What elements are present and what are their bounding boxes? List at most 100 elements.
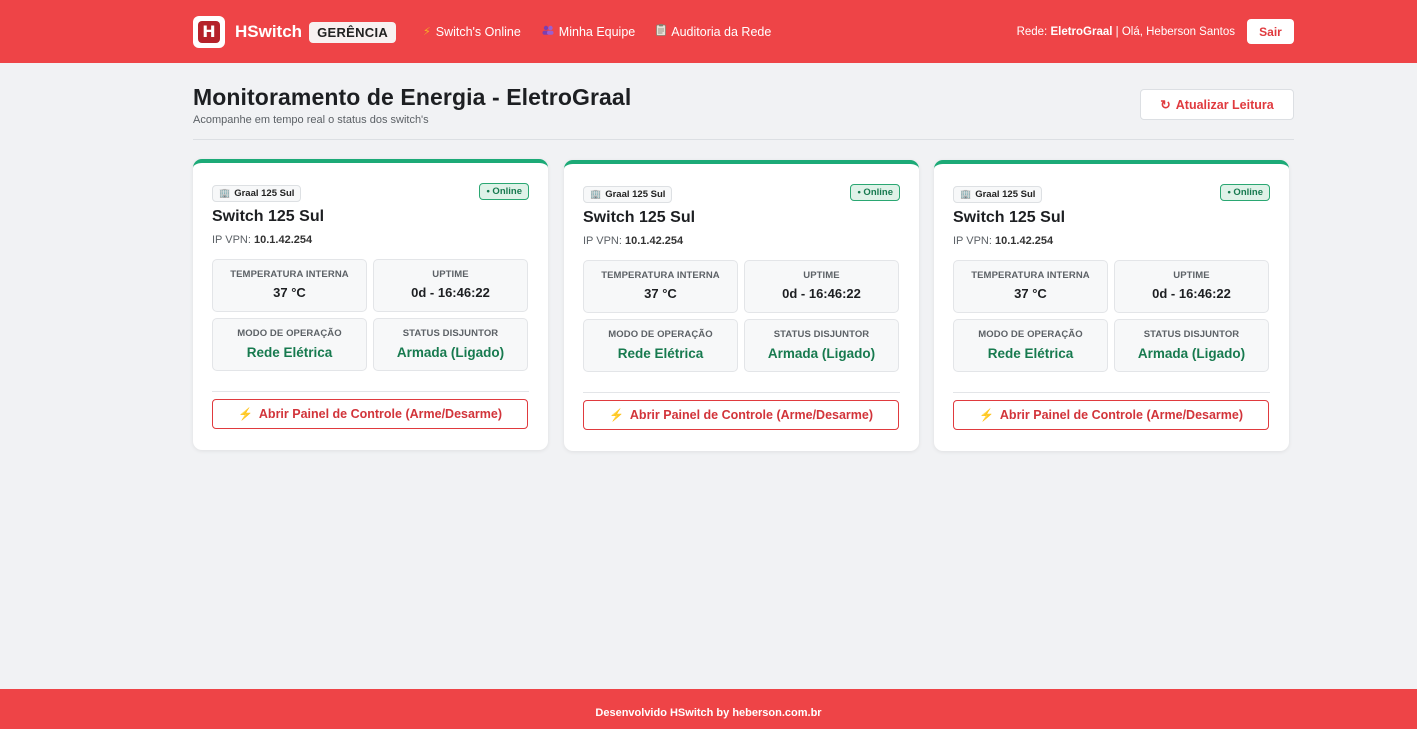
metric-uptime: UPTIME 0d - 16:46:22	[1114, 260, 1269, 313]
metric-value: Armada (Ligado)	[1137, 346, 1246, 361]
location-badge: 🏢 Graal 125 Sul	[212, 185, 302, 202]
refresh-icon: ↻	[1160, 98, 1171, 112]
metric-temperature: TEMPERATURA INTERNA 37 °C	[212, 259, 367, 312]
metric-operation-mode: MODO DE OPERAÇÃO Rede Elétrica	[953, 319, 1108, 372]
ip-label: IP VPN:	[212, 234, 251, 246]
footer-text: Desenvolvido HSwitch by heberson.com.br	[595, 707, 822, 719]
metric-label: UPTIME	[1173, 270, 1210, 281]
metric-operation-mode: MODO DE OPERAÇÃO Rede Elétrica	[212, 318, 367, 371]
nav-link-label: Minha Equipe	[558, 24, 636, 39]
metric-value: Rede Elétrica	[987, 346, 1074, 361]
refresh-label: Atualizar Leitura	[1175, 97, 1274, 112]
bolt-icon: ⚡	[608, 408, 624, 422]
clipboard-icon	[656, 24, 667, 39]
logout-button[interactable]: Sair	[1247, 19, 1294, 44]
metric-value: Armada (Ligado)	[767, 346, 876, 361]
nav-link-label: Auditoria da Rede	[671, 24, 772, 39]
user-greeting: | Olá, Heberson Santos	[1115, 25, 1235, 38]
location-badge: 🏢 Graal 125 Sul	[583, 186, 673, 203]
location-label: Graal 125 Sul	[605, 189, 666, 200]
status-badge: • Online	[1220, 184, 1270, 201]
metric-value: Rede Elétrica	[617, 346, 704, 361]
metric-label: STATUS DISJUNTOR	[773, 329, 870, 340]
panel-button-label: Abrir Painel de Controle (Arme/Desarme)	[258, 407, 503, 421]
network-prefix: Rede:	[1016, 25, 1048, 38]
metric-label: TEMPERATURA INTERNA	[230, 269, 349, 280]
bolt-icon: ⚡	[978, 408, 994, 422]
metric-value: Armada (Ligado)	[396, 345, 505, 360]
metric-label: UPTIME	[432, 269, 469, 280]
nav-links: ⚡ Switch's Online Minha Equipe Auditoria…	[423, 24, 771, 39]
ip-value: 10.1.42.254	[625, 235, 684, 247]
metric-breaker-status: STATUS DISJUNTOR Armada (Ligado)	[744, 319, 899, 372]
ip-label: IP VPN:	[583, 235, 622, 247]
status-badge: • Online	[479, 183, 529, 200]
switch-card: 🏢 Graal 125 Sul • Online Switch 125 Sul …	[564, 160, 919, 451]
metric-label: TEMPERATURA INTERNA	[971, 270, 1090, 281]
bolt-icon: ⚡	[237, 407, 253, 421]
metric-label: UPTIME	[803, 270, 840, 281]
page-title: Monitoramento de Energia - EletroGraal	[193, 84, 632, 110]
metric-label: STATUS DISJUNTOR	[402, 328, 499, 339]
switch-name: Switch 125 Sul	[953, 209, 1066, 226]
card-divider	[212, 391, 529, 392]
metric-breaker-status: STATUS DISJUNTOR Armada (Ligado)	[1114, 319, 1269, 372]
metric-value: 37 °C	[644, 286, 677, 301]
metrics-grid: TEMPERATURA INTERNA 37 °C UPTIME 0d - 16…	[953, 260, 1270, 372]
brand-name: HSwitch	[235, 22, 303, 41]
location-label: Graal 125 Sul	[975, 189, 1036, 200]
top-navbar: H HSwitch GERÊNCIA ⚡ Switch's Online Min…	[0, 0, 1417, 63]
brand[interactable]: H HSwitch GERÊNCIA	[193, 16, 397, 48]
nav-link-minha-equipe[interactable]: Minha Equipe	[542, 24, 635, 39]
building-icon: 🏢	[590, 189, 602, 199]
ip-line: IP VPN: 10.1.42.254	[583, 235, 900, 247]
ip-value: 10.1.42.254	[995, 235, 1054, 247]
card-divider	[953, 392, 1270, 393]
refresh-button[interactable]: ↻ Atualizar Leitura	[1140, 89, 1294, 120]
metric-value: 0d - 16:46:22	[782, 286, 861, 301]
ip-label: IP VPN:	[953, 235, 992, 247]
user-area: Rede: EletroGraal | Olá, Heberson Santos…	[1017, 19, 1294, 44]
panel-button-label: Abrir Painel de Controle (Arme/Desarme)	[999, 408, 1244, 422]
location-badge: 🏢 Graal 125 Sul	[953, 186, 1043, 203]
metric-temperature: TEMPERATURA INTERNA 37 °C	[583, 260, 738, 313]
logo-mark: H	[198, 21, 220, 43]
metric-value: Rede Elétrica	[246, 345, 333, 360]
team-icon	[542, 25, 554, 38]
page-header: Monitoramento de Energia - EletroGraal A…	[193, 84, 1294, 126]
page-subtitle: Acompanhe em tempo real o status dos swi…	[193, 114, 429, 126]
open-control-panel-button[interactable]: ⚡ Abrir Painel de Controle (Arme/Desarme…	[583, 400, 899, 430]
metric-temperature: TEMPERATURA INTERNA 37 °C	[953, 260, 1108, 313]
metric-label: MODO DE OPERAÇÃO	[608, 329, 713, 340]
metric-uptime: UPTIME 0d - 16:46:22	[744, 260, 899, 313]
switch-name: Switch 125 Sul	[583, 209, 696, 226]
metric-breaker-status: STATUS DISJUNTOR Armada (Ligado)	[373, 318, 528, 371]
footer: Desenvolvido HSwitch by heberson.com.br	[0, 689, 1417, 729]
metric-uptime: UPTIME 0d - 16:46:22	[373, 259, 528, 312]
switch-card: 🏢 Graal 125 Sul • Online Switch 125 Sul …	[193, 159, 548, 450]
open-control-panel-button[interactable]: ⚡ Abrir Painel de Controle (Arme/Desarme…	[953, 400, 1269, 430]
location-label: Graal 125 Sul	[234, 188, 295, 199]
card-divider	[583, 392, 900, 393]
ip-line: IP VPN: 10.1.42.254	[212, 234, 529, 246]
switch-card: 🏢 Graal 125 Sul • Online Switch 125 Sul …	[934, 160, 1289, 451]
switch-name: Switch 125 Sul	[212, 208, 325, 225]
metric-value: 37 °C	[273, 285, 306, 300]
logo: H	[193, 16, 225, 48]
header-divider	[193, 139, 1294, 140]
network-info: Rede: EletroGraal | Olá, Heberson Santos	[1017, 26, 1235, 38]
open-control-panel-button[interactable]: ⚡ Abrir Painel de Controle (Arme/Desarme…	[212, 399, 528, 429]
metric-value: 0d - 16:46:22	[1152, 286, 1231, 301]
metric-value: 37 °C	[1014, 286, 1047, 301]
building-icon: 🏢	[960, 189, 972, 199]
nav-link-switches-online[interactable]: ⚡ Switch's Online	[423, 24, 521, 39]
metric-value: 0d - 16:46:22	[411, 285, 490, 300]
nav-link-auditoria[interactable]: Auditoria da Rede	[656, 24, 771, 39]
status-badge: • Online	[850, 184, 900, 201]
network-name: EletroGraal	[1050, 25, 1113, 38]
metric-operation-mode: MODO DE OPERAÇÃO Rede Elétrica	[583, 319, 738, 372]
metric-label: STATUS DISJUNTOR	[1143, 329, 1240, 340]
panel-button-label: Abrir Painel de Controle (Arme/Desarme)	[629, 408, 874, 422]
role-badge: GERÊNCIA	[309, 21, 397, 43]
metric-label: TEMPERATURA INTERNA	[601, 270, 720, 281]
